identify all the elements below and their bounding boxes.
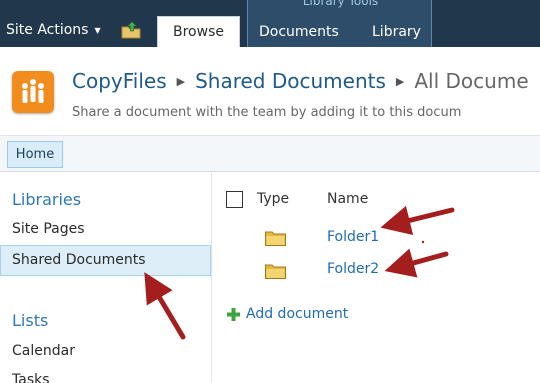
chevron-down-icon: ▼: [94, 25, 101, 35]
plus-icon: [227, 307, 240, 321]
document-list-view: Type Name Folder1 Folder2 Add document: [213, 173, 540, 383]
site-actions-label: Site Actions: [6, 22, 89, 38]
nav-up-icon[interactable]: [121, 21, 141, 39]
tab-browse[interactable]: Browse: [157, 16, 240, 47]
quick-launch-heading-libraries[interactable]: Libraries: [12, 190, 81, 209]
breadcrumb: CopyFiles ▶ Shared Documents ▶ All Docum…: [72, 69, 529, 93]
folder-link[interactable]: Folder1: [327, 229, 379, 245]
column-header-name[interactable]: Name: [327, 191, 368, 207]
breadcrumb-view[interactable]: All Docume: [414, 69, 528, 93]
tab-library[interactable]: Library: [372, 24, 421, 40]
folder-icon[interactable]: [265, 263, 286, 279]
site-logo-icon[interactable]: [12, 71, 54, 113]
breadcrumb-separator-icon: ▶: [176, 74, 186, 88]
folder-link[interactable]: Folder2: [327, 261, 379, 277]
select-all-checkbox[interactable]: [226, 191, 243, 208]
tab-home[interactable]: Home: [7, 141, 63, 168]
add-document-link[interactable]: Add document: [227, 306, 348, 322]
quick-launch: Libraries Site Pages Shared Documents Li…: [0, 173, 212, 383]
page-description: Share a document with the team by adding…: [72, 105, 462, 120]
column-header-type[interactable]: Type: [257, 191, 289, 207]
quick-launch-item-shared-documents[interactable]: Shared Documents: [0, 245, 211, 276]
quick-launch-item-site-pages[interactable]: Site Pages: [12, 221, 85, 237]
breadcrumb-library[interactable]: Shared Documents: [195, 69, 386, 93]
library-tools-title: Library Tools: [302, 0, 379, 8]
quick-launch-item-calendar[interactable]: Calendar: [12, 343, 75, 359]
site-actions-menu[interactable]: Site Actions ▼: [6, 22, 101, 38]
folder-icon[interactable]: [265, 230, 286, 246]
quick-launch-item-label: Shared Documents: [12, 252, 146, 268]
add-document-label: Add document: [246, 306, 349, 322]
quick-launch-heading-lists[interactable]: Lists: [12, 311, 48, 330]
quick-launch-item-tasks[interactable]: Tasks: [12, 372, 50, 383]
tab-documents[interactable]: Documents: [259, 24, 339, 40]
breadcrumb-site[interactable]: CopyFiles: [72, 69, 167, 93]
ribbon: Site Actions ▼ Browse Library Tools Docu…: [0, 0, 540, 47]
top-navigation: Home: [0, 135, 540, 172]
title-area: CopyFiles ▶ Shared Documents ▶ All Docum…: [0, 47, 540, 135]
breadcrumb-separator-icon: ▶: [395, 74, 405, 88]
